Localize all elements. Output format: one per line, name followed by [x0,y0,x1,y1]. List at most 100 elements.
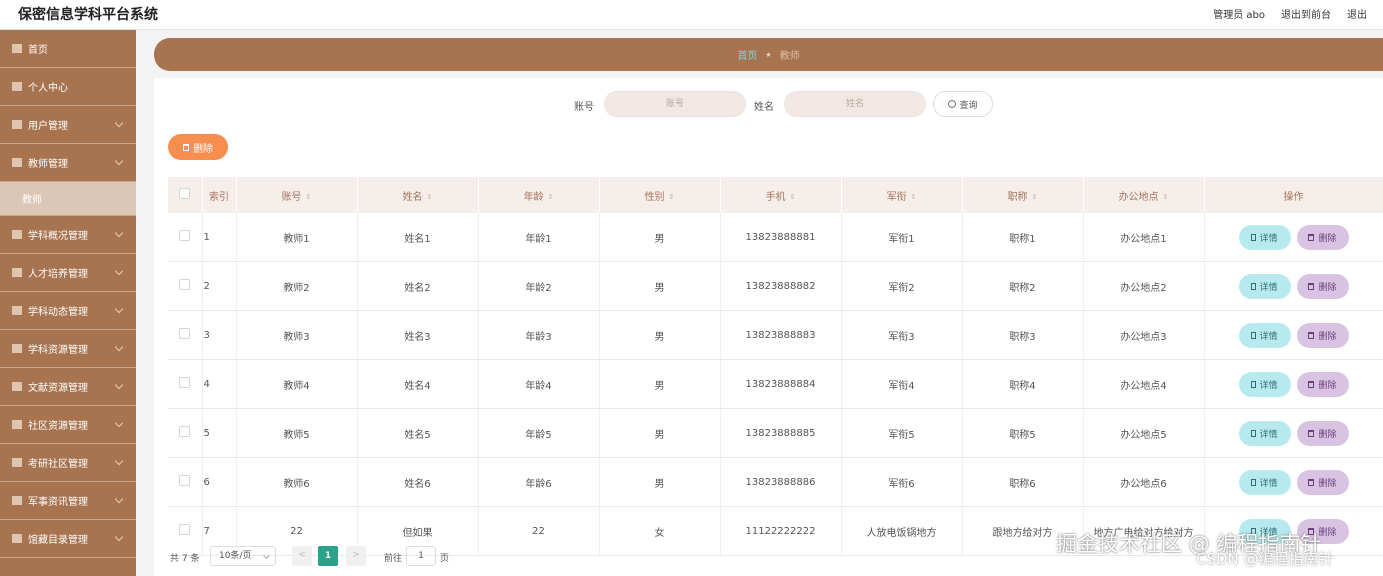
sidebar-item-9[interactable]: 社区资源管理 [0,406,136,444]
header-links: 管理员 abo 退出到前台 退出 [1213,6,1383,21]
chevron-down-icon [114,380,124,390]
table-cell: 年龄3 [478,310,600,360]
row-checkbox[interactable] [179,377,191,388]
sidebar-item-label: 考研社区管理 [28,459,88,470]
delete-button[interactable]: 删除 [1296,273,1349,299]
table-cell: 教师5 [236,408,358,458]
table-cell: 姓名1 [357,213,479,262]
table-cell: 5 [202,408,237,458]
breadcrumb-home[interactable]: 首页 [737,47,757,62]
delete-button[interactable]: 删除 [1296,469,1349,495]
sidebar-item-11[interactable]: 军事资讯管理 [0,482,136,520]
document-icon [12,382,22,391]
sidebar-item-3[interactable]: 教师管理 [0,144,136,182]
column-header[interactable]: 军衔 ⇕ [841,177,963,213]
sidebar-item-8[interactable]: 文献资源管理 [0,368,136,406]
table-cell: 13823888882 [720,261,842,311]
community-icon [12,420,22,429]
detail-button[interactable]: 详情 [1238,273,1291,299]
document-icon [1251,478,1257,486]
sidebar-item-label: 文献资源管理 [28,383,88,394]
column-header-label: 姓名 [402,191,423,203]
goto-page-input[interactable]: 1 [406,546,436,566]
catalog-icon [12,534,22,543]
row-select-cell [168,359,203,409]
sidebar-item-0[interactable]: 首页 [0,30,136,68]
chart-icon [12,496,22,505]
column-header[interactable]: 职称 ⇕ [962,177,1084,213]
row-checkbox[interactable] [179,524,191,535]
column-header[interactable]: 性别 ⇕ [599,177,721,213]
row-checkbox[interactable] [179,475,191,486]
sidebar-item-5[interactable]: 人才培养管理 [0,254,136,292]
table-cell: 13823888885 [720,408,842,458]
chevron-down-icon [114,342,124,352]
trash-icon [183,143,189,151]
table-cell: 办公地点3 [1083,310,1205,360]
sort-icon[interactable]: ⇕ [548,193,554,201]
detail-button[interactable]: 详情 [1238,322,1291,348]
back-to-front-link[interactable]: 退出到前台 [1281,6,1331,21]
document-icon [1251,282,1257,290]
batch-delete-button[interactable]: 删除 [168,134,228,160]
sidebar-item-12[interactable]: 馆藏目录管理 [0,520,136,558]
logout-link[interactable]: 退出 [1347,6,1367,21]
account-input[interactable]: 账号 [604,91,746,117]
sidebar-item-1[interactable]: 个人中心 [0,68,136,106]
table-cell: 男 [599,359,721,409]
sort-icon[interactable]: ⇕ [669,193,675,201]
table-cell: 办公地点2 [1083,261,1205,311]
row-actions: 详情 删除 [1204,457,1383,507]
detail-button[interactable]: 详情 [1238,371,1291,397]
batch-delete-label: 删除 [193,143,213,155]
column-header-label: 性别 [644,191,665,203]
column-header[interactable]: 手机 ⇕ [720,177,842,213]
column-header[interactable]: 年龄 ⇕ [478,177,600,213]
trash-icon [1308,380,1315,388]
sort-icon[interactable]: ⇕ [1163,193,1169,201]
table-cell: 军衔5 [841,408,963,458]
prev-page-button[interactable]: < [292,546,312,566]
row-checkbox[interactable] [179,230,191,241]
select-all-checkbox[interactable] [179,188,191,199]
column-header-label: 军衔 [886,191,907,203]
detail-button[interactable]: 详情 [1238,224,1291,250]
row-checkbox[interactable] [179,279,191,290]
book-icon [12,230,22,239]
sidebar-item-label: 个人中心 [28,83,68,94]
sidebar-item-4[interactable]: 学科概况管理 [0,216,136,254]
sidebar-item-10[interactable]: 考研社区管理 [0,444,136,482]
sort-icon[interactable]: ⇕ [790,193,796,201]
delete-button[interactable]: 删除 [1296,224,1349,250]
sort-icon[interactable]: ⇕ [1032,193,1038,201]
page-size-select[interactable]: 10条/页 [210,546,276,566]
trash-icon [1308,282,1315,290]
sort-icon[interactable]: ⇕ [306,193,312,201]
table-cell: 职称5 [962,408,1084,458]
detail-button[interactable]: 详情 [1238,420,1291,446]
page-number-1[interactable]: 1 [318,546,338,566]
delete-button[interactable]: 删除 [1296,322,1349,348]
sidebar-item-2[interactable]: 用户管理 [0,106,136,144]
sidebar-subitem-teacher[interactable]: 教师 [0,182,136,216]
name-input[interactable]: 姓名 [784,91,926,117]
detail-button[interactable]: 详情 [1238,469,1291,495]
column-header[interactable]: 办公地点 ⇕ [1083,177,1205,213]
column-header[interactable]: 姓名 ⇕ [357,177,479,213]
sidebar-item-6[interactable]: 学科动态管理 [0,292,136,330]
row-checkbox[interactable] [179,426,191,437]
query-button[interactable]: 查询 [933,91,993,117]
sort-icon[interactable]: ⇕ [427,193,433,201]
sidebar-item-7[interactable]: 学科资源管理 [0,330,136,368]
row-select-cell [168,457,203,507]
select-all-cell [168,177,203,213]
next-page-button[interactable]: > [346,546,366,566]
sort-icon[interactable]: ⇕ [911,193,917,201]
delete-button[interactable]: 删除 [1296,371,1349,397]
delete-button[interactable]: 删除 [1296,420,1349,446]
app-title: 保密信息学科平台系统 [18,7,158,23]
row-checkbox[interactable] [179,328,191,339]
column-header[interactable]: 账号 ⇕ [236,177,358,213]
pagination: 共 7 条 10条/页 < 1 > 前往 1 页 [170,546,570,568]
chevron-down-icon [114,418,124,428]
